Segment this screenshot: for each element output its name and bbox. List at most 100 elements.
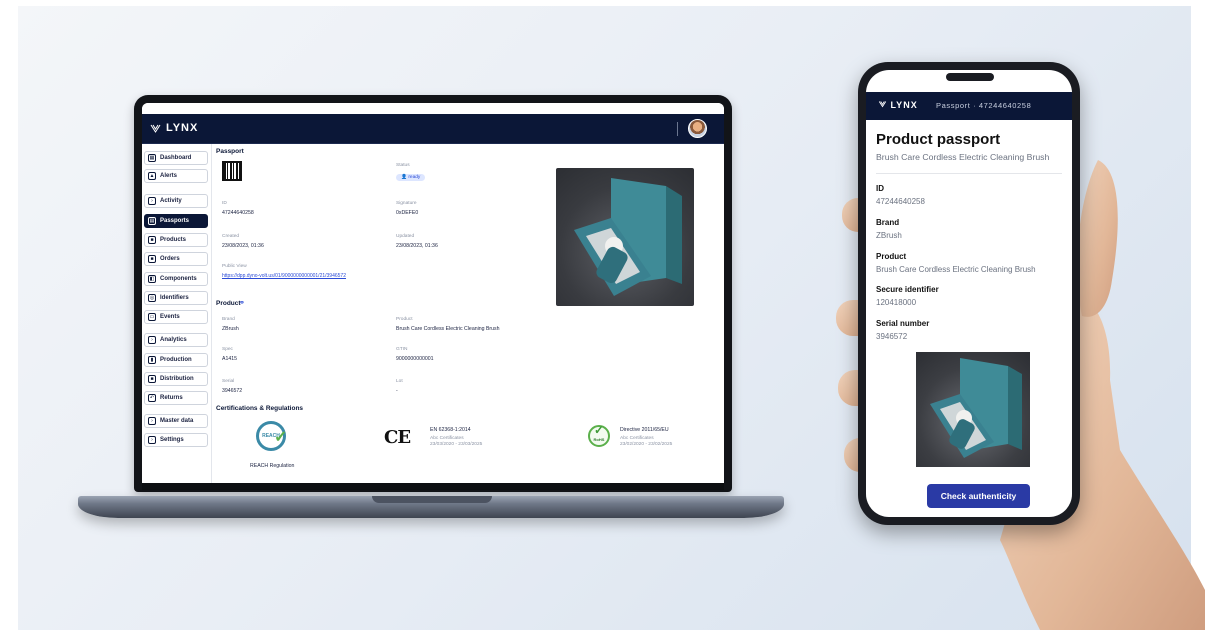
- brand-label: Brand: [876, 218, 900, 227]
- phone-screen: LYNX Passport · 47244640258 Product pass…: [866, 70, 1072, 517]
- rohs-title: Directive 2011/65/EU: [620, 427, 669, 433]
- serial-number-label: Serial number: [876, 319, 930, 328]
- signature-label: Signature: [396, 201, 417, 206]
- public-view-link[interactable]: https://dpp.dyno-volt.us/01/900000000000…: [222, 273, 346, 279]
- updated-value: 23/08/2023, 01:36: [396, 243, 438, 249]
- sidebar-item-alerts[interactable]: ▲ Alerts: [144, 169, 208, 183]
- sidebar-item-events[interactable]: ▭ Events: [144, 310, 208, 324]
- ce-title: EN 62368-1:2014: [430, 427, 471, 433]
- created-value: 23/08/2023, 01:36: [222, 243, 264, 249]
- public-view-label: Public View: [222, 264, 247, 269]
- sidebar-item-products[interactable]: ■ Products: [144, 233, 208, 247]
- created-label: Created: [222, 234, 240, 239]
- product-label: Product: [876, 252, 907, 261]
- laptop-notch: [372, 496, 492, 503]
- laptop-screen: LYNX ▦ Dashboard ▲ Alerts › Activity ▤ Passp…: [142, 103, 724, 483]
- spec-label: Spec: [222, 347, 233, 352]
- passport-detail: Passport Status 👤 ready ID 47244640258 S…: [216, 147, 721, 481]
- dashboard-icon: ▦: [148, 154, 156, 162]
- product-value: Brush Care Cordless Electric Cleaning Br…: [876, 265, 1036, 274]
- rohs-issuer: Abc Certificates: [620, 436, 654, 441]
- secure-identifier-label: Secure identifier: [876, 285, 939, 294]
- secure-identifier-value: 120418000: [876, 298, 917, 307]
- ce-mark: CE: [384, 427, 411, 448]
- chart-icon: ▮: [148, 356, 156, 364]
- reach-label: REACH Regulation: [250, 463, 295, 469]
- sidebar-item-settings[interactable]: › Settings: [144, 433, 208, 447]
- phone-header-title: Passport · 47244640258: [936, 101, 1032, 110]
- status-badge: 👤 ready: [396, 174, 426, 181]
- product-image: [916, 352, 1030, 467]
- avatar[interactable]: [688, 119, 707, 138]
- return-icon: ↶: [148, 394, 156, 402]
- chevron-icon: ›: [148, 197, 156, 205]
- sidebar-item-orders[interactable]: ■ Orders: [144, 252, 208, 266]
- phone-sensor: [946, 73, 994, 81]
- laptop-chin: [142, 483, 724, 490]
- box-icon: ■: [148, 236, 156, 244]
- lot-value: -: [396, 388, 398, 394]
- serial-number-value: 3946572: [876, 332, 908, 341]
- order-icon: ■: [148, 255, 156, 263]
- phone-logo[interactable]: LYNX: [878, 100, 918, 110]
- spec-value: A1415: [222, 356, 238, 362]
- id-value: 47244640258: [222, 210, 254, 216]
- gtin-value: 9000000000001: [396, 356, 434, 362]
- check-icon: ✓: [274, 429, 288, 446]
- divider: [876, 173, 1062, 174]
- serial-value: 3946572: [222, 388, 243, 394]
- chevron-icon: ›: [148, 336, 156, 344]
- sidebar-item-components[interactable]: ◧ Components: [144, 272, 208, 286]
- sidebar-item-master-data[interactable]: › Master data: [144, 414, 208, 428]
- id-value: 47244640258: [876, 197, 925, 206]
- rohs-period: 23/02/2020 - 23/02/2025: [620, 442, 673, 447]
- calendar-icon: ▭: [148, 313, 156, 321]
- page-edge: [0, 0, 18, 630]
- alert-icon: ▲: [148, 172, 156, 180]
- brand-value: ZBrush: [876, 231, 902, 240]
- logo-text: LYNX: [166, 122, 199, 134]
- sidebar-item-returns[interactable]: ↶ Returns: [144, 391, 208, 405]
- serial-label: Serial: [222, 379, 235, 384]
- product-label: Product: [396, 317, 413, 322]
- updated-label: Updated: [396, 234, 415, 239]
- identifier-icon: ◎: [148, 294, 156, 302]
- lynx-logo-icon: [150, 123, 161, 134]
- sidebar-item-distribution[interactable]: ■ Distribution: [144, 372, 208, 386]
- phone-header: LYNX Passport · 47244640258: [866, 92, 1072, 120]
- status-label: Status: [396, 163, 410, 168]
- app-header: LYNX: [142, 114, 724, 144]
- sidebar-item-production[interactable]: ▮ Production: [144, 353, 208, 367]
- component-icon: ◧: [148, 275, 156, 283]
- chevron-icon: ›: [148, 436, 156, 444]
- certifications-row: REACH ✓ REACH Regulation CE EN 62368-1:2…: [216, 415, 721, 475]
- page-edge: [0, 0, 1205, 6]
- brand-label: Brand: [222, 317, 235, 322]
- lynx-logo-icon: [878, 101, 887, 108]
- header-divider: [677, 122, 678, 136]
- truck-icon: ■: [148, 375, 156, 383]
- ce-issuer: Abc Certificates: [430, 436, 464, 441]
- id-label: ID: [222, 201, 227, 206]
- sidebar-item-dashboard[interactable]: ▦ Dashboard: [144, 151, 208, 165]
- sidebar: ▦ Dashboard ▲ Alerts › Activity ▤ Passports …: [142, 144, 212, 483]
- section-title-certifications: Certifications & Regulations: [216, 405, 304, 412]
- ce-period: 23/03/2020 - 23/03/2025: [430, 442, 483, 447]
- page-subtitle: Brush Care Cordless Electric Cleaning Br…: [876, 152, 1050, 162]
- logo[interactable]: LYNX: [150, 122, 198, 134]
- check-authenticity-button[interactable]: Check authenticity: [927, 484, 1030, 508]
- page-title: Product passport: [876, 131, 1001, 148]
- sidebar-item-analytics[interactable]: › Analytics: [144, 333, 208, 347]
- check-icon: ✓: [594, 423, 605, 437]
- link-icon[interactable]: ⚭: [239, 299, 245, 307]
- signature-value: 0xDEFE0: [396, 210, 419, 216]
- sidebar-item-passports[interactable]: ▤ Passports: [144, 214, 208, 228]
- brand-value: ZBrush: [222, 326, 239, 332]
- product-value: Brush Care Cordless Electric Cleaning Br…: [396, 326, 500, 332]
- passport-icon: ▤: [148, 217, 156, 225]
- sidebar-item-identifiers[interactable]: ◎ Identifiers: [144, 291, 208, 305]
- product-image: [556, 168, 694, 306]
- section-title-passport: Passport: [216, 148, 244, 155]
- sidebar-item-activity[interactable]: › Activity: [144, 194, 208, 208]
- chevron-icon: ›: [148, 417, 156, 425]
